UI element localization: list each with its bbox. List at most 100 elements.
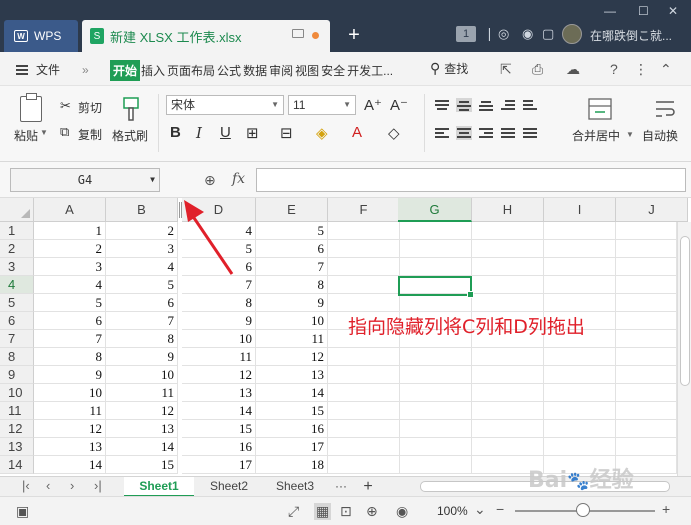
wrap-text-icon[interactable] [654,98,676,120]
cell[interactable] [398,402,472,420]
cell[interactable] [472,438,544,456]
cell[interactable]: 17 [182,456,256,474]
new-tab-icon[interactable]: + [344,24,364,47]
cell[interactable]: 8 [256,276,328,294]
cell[interactable] [472,420,544,438]
status-toggle-icon[interactable]: ▣ [16,503,29,520]
column-header-f[interactable]: F [328,198,400,222]
cell[interactable] [328,438,400,456]
cell[interactable] [398,420,472,438]
cell[interactable] [398,438,472,456]
cell[interactable] [328,456,400,474]
cell[interactable]: 9 [256,294,328,312]
zoom-out-icon[interactable]: − [496,501,504,517]
fullscreen-icon[interactable]: ⤢ [288,503,299,520]
insert-function-icon[interactable]: fx [232,171,245,187]
cell[interactable]: 10 [182,330,256,348]
column-header-h[interactable]: H [472,198,544,222]
cell[interactable] [328,240,400,258]
zoom-slider-thumb[interactable] [576,503,590,517]
cell[interactable]: 18 [256,456,328,474]
formula-input[interactable] [256,168,686,192]
cell[interactable]: 13 [182,384,256,402]
cloud-sync-icon[interactable]: ◉ [522,26,533,42]
cell[interactable]: 4 [34,276,106,294]
add-sheet-button[interactable]: + [356,477,380,497]
skin-icon[interactable]: ◎ [498,26,509,42]
page-break-view-icon[interactable]: ⊡ [340,503,352,520]
cell[interactable]: 11 [256,330,328,348]
cell[interactable]: 9 [106,348,178,366]
row-header[interactable]: 8 [0,348,34,366]
search-button[interactable]: ⚲ 查找 [430,60,468,77]
fill-pattern-icon[interactable]: ⊟ [280,124,293,142]
cell[interactable] [472,258,544,276]
active-cell[interactable] [398,276,474,298]
cell[interactable] [398,258,472,276]
paste-dropdown-icon[interactable]: ▼ [40,128,48,137]
row-header[interactable]: 6 [0,312,34,330]
menu-toggle-icon[interactable]: ❘ [484,26,495,42]
row-header[interactable]: 3 [0,258,34,276]
cloud-icon[interactable]: ☁ [566,61,580,78]
cell[interactable] [472,384,544,402]
reading-mode-icon[interactable]: ⊕ [366,503,378,520]
merge-center-button[interactable]: 合并居中 [572,127,620,144]
maximize-icon[interactable]: ☐ [638,4,649,18]
cell[interactable]: 8 [182,294,256,312]
cell[interactable]: 7 [256,258,328,276]
cell[interactable] [544,366,616,384]
align-center-icon[interactable] [456,126,472,140]
cell[interactable] [544,294,616,312]
cell[interactable] [472,402,544,420]
print-icon[interactable]: ⎙ [532,61,543,78]
vertical-scroll-thumb[interactable] [680,236,690,386]
cell[interactable] [544,348,616,366]
zoom-dropdown-icon[interactable]: ⌄ [474,501,486,518]
indent-icon[interactable] [522,98,538,112]
cell[interactable]: 6 [256,240,328,258]
decrease-font-icon[interactable]: A⁻ [390,96,408,114]
help-icon[interactable]: ? [610,61,618,77]
cell[interactable] [472,240,544,258]
sheet-tab-sheet3[interactable]: Sheet3 [264,477,326,497]
cell[interactable] [398,348,472,366]
column-header-b[interactable]: B [106,198,178,222]
cell[interactable]: 6 [34,312,106,330]
row-header[interactable]: 7 [0,330,34,348]
cell[interactable] [544,420,616,438]
increase-font-icon[interactable]: A⁺ [364,96,382,114]
cell[interactable]: 7 [34,330,106,348]
cell[interactable]: 2 [34,240,106,258]
cell[interactable] [616,222,677,240]
cell[interactable] [328,276,400,294]
cell[interactable] [398,222,472,240]
cell[interactable] [472,222,544,240]
cell[interactable] [398,456,472,474]
cell[interactable] [544,402,616,420]
more-sheets-button[interactable]: ··· [330,477,352,497]
border-icon[interactable]: ⊞ [246,124,259,142]
copy-button[interactable]: 复制 [78,126,102,143]
cell[interactable]: 1 [34,222,106,240]
row-header[interactable]: 10 [0,384,34,402]
cell[interactable] [398,294,472,312]
row-header[interactable]: 1 [0,222,34,240]
cell[interactable] [616,330,677,348]
minimize-icon[interactable]: — [604,4,616,18]
align-middle-icon[interactable] [456,98,472,112]
cell[interactable] [398,240,472,258]
cell[interactable]: 12 [106,402,178,420]
cell[interactable]: 13 [34,438,106,456]
outdent-icon[interactable] [500,98,516,112]
cell[interactable] [616,384,677,402]
align-top-icon[interactable] [434,98,450,112]
file-menu[interactable]: 文件 » [16,61,89,78]
font-name-select[interactable]: 宋体 ▼ [166,95,284,115]
cell[interactable]: 17 [256,438,328,456]
merge-cells-icon[interactable] [588,98,612,120]
cell[interactable] [616,420,677,438]
font-color-icon[interactable]: A [352,124,362,141]
format-painter-icon[interactable] [122,96,140,122]
cell[interactable]: 2 [106,222,178,240]
